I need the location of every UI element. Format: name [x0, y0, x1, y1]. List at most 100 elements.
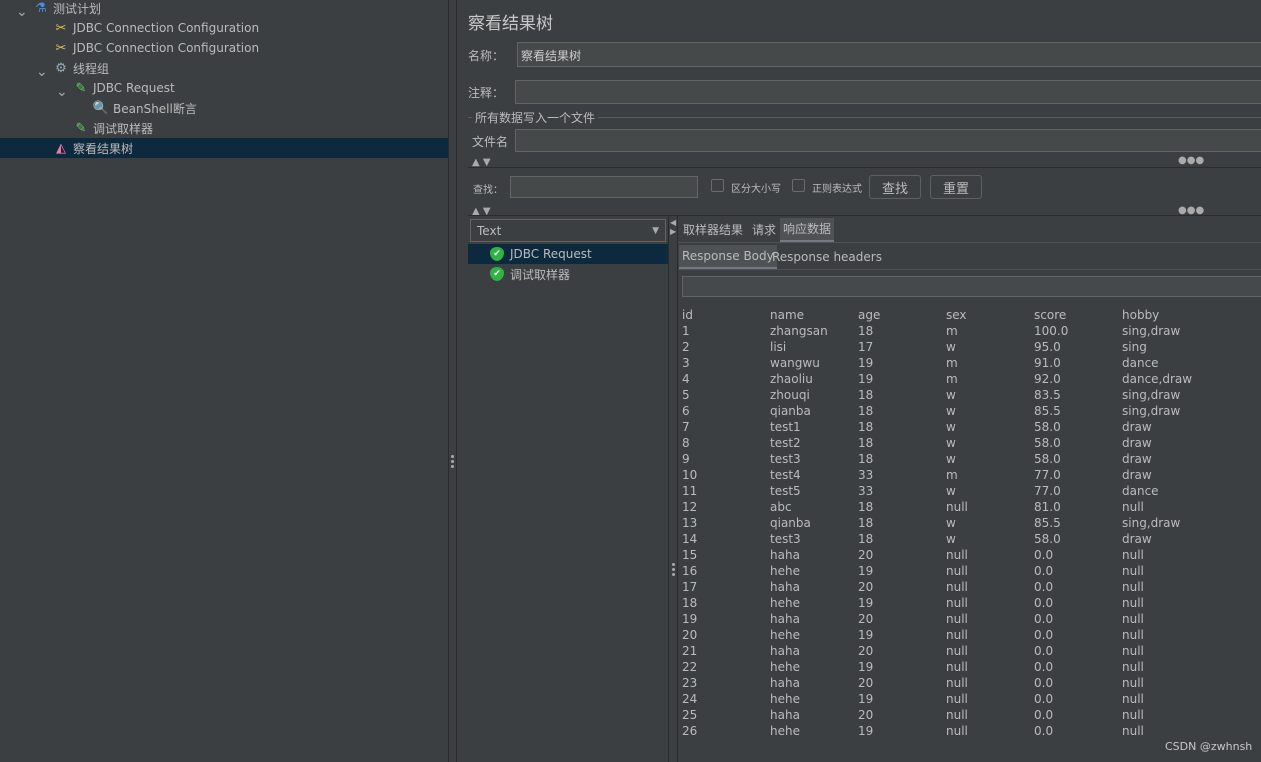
table-row: 9 test3 18 w 58.0 draw — [682, 452, 1210, 468]
file-group-title: 所有数据写入一个文件 — [472, 109, 599, 126]
sample-result-item[interactable]: ✔ JDBC Request — [468, 244, 668, 264]
table-row: 15 haha 20 null 0.0 null — [682, 548, 1210, 564]
tab-0[interactable]: 取样器结果 — [680, 218, 746, 243]
watermark: CSDN @zwhnsh — [1165, 740, 1253, 753]
sample-result-item[interactable]: ✔ 调试取样器 — [468, 264, 668, 284]
expand-chevron-icon[interactable]: ⌄ — [36, 64, 48, 80]
response-search-input[interactable] — [682, 276, 1261, 297]
table-cell: 19 — [682, 612, 698, 626]
table-cell: null — [946, 708, 968, 722]
table-cell: sex — [946, 308, 967, 322]
table-cell: haha — [770, 548, 800, 562]
table-cell: qianba — [770, 404, 811, 418]
more-dots-icon[interactable]: ●●● — [1178, 155, 1204, 166]
table-row: 4 zhaoliu 19 m 92.0 dance,draw — [682, 372, 1210, 388]
tree-item-label: 调试取样器 — [93, 121, 154, 136]
table-cell: null — [946, 500, 968, 514]
table-row: 21 haha 20 null 0.0 null — [682, 644, 1210, 660]
table-cell: 20 — [858, 612, 874, 626]
renderer-value: Text — [477, 224, 502, 238]
table-cell: 0.0 — [1034, 596, 1054, 610]
tree-item[interactable]: ✂ JDBC Connection Configuration — [52, 38, 260, 58]
results-divider[interactable]: ◀ ▶ — [668, 215, 678, 762]
tree-item[interactable]: ✎ 调试取样器 — [72, 118, 153, 138]
table-cell: dance — [1122, 356, 1159, 370]
expand-chevron-icon[interactable]: ⌄ — [56, 84, 68, 100]
table-cell: 92.0 — [1034, 372, 1061, 386]
table-cell: 58.0 — [1034, 452, 1061, 466]
tab-1[interactable]: 请求 — [749, 218, 779, 243]
table-cell: 33 — [858, 484, 874, 498]
table-cell: sing,draw — [1122, 324, 1181, 338]
shield-check-icon: ✔ — [490, 267, 504, 281]
table-cell: 18 — [858, 516, 874, 530]
table-cell: 33 — [858, 468, 874, 482]
tree-item[interactable]: ◭ 察看结果树 — [0, 138, 448, 158]
tab-0[interactable]: Response Body — [679, 245, 777, 270]
comment-input[interactable] — [515, 80, 1261, 104]
tree-item[interactable]: ⚙ 线程组 — [52, 58, 109, 78]
case-sensitive-checkbox[interactable] — [711, 179, 724, 192]
table-cell: 19 — [858, 564, 874, 578]
table-cell: zhangsan — [770, 324, 828, 338]
table-cell: test3 — [770, 452, 801, 466]
table-cell: 18 — [858, 404, 874, 418]
table-cell: test4 — [770, 468, 801, 482]
table-cell: 0.0 — [1034, 676, 1054, 690]
case-sensitive-label: 区分大小写 — [731, 184, 781, 195]
table-cell: 26 — [682, 724, 698, 738]
tree-item[interactable]: ✂ JDBC Connection Configuration — [52, 18, 260, 38]
table-cell: w — [946, 340, 956, 354]
table-cell: 18 — [858, 324, 874, 338]
search-label: 查找： — [473, 185, 503, 196]
table-cell: w — [946, 452, 956, 466]
split-pane-divider[interactable] — [448, 0, 457, 762]
renderer-select[interactable]: Text ▼ — [470, 219, 666, 242]
table-cell: w — [946, 532, 956, 546]
table-cell: 19 — [858, 356, 874, 370]
table-cell: null — [1122, 580, 1144, 594]
tree-item[interactable]: 🔍 BeanShell断言 — [92, 98, 197, 118]
table-row: 10 test4 33 m 77.0 draw — [682, 468, 1210, 484]
table-cell: 5 — [682, 388, 690, 402]
table-cell: w — [946, 404, 956, 418]
magnifier-icon: 🔍 — [92, 100, 110, 116]
tab-1[interactable]: Response headers — [769, 245, 885, 270]
table-cell: 16 — [682, 564, 698, 578]
table-cell: null — [1122, 564, 1144, 578]
tab-2[interactable]: 响应数据 — [780, 218, 835, 243]
table-cell: 4 — [682, 372, 690, 386]
table-cell: 20 — [858, 676, 874, 690]
table-cell: 11 — [682, 484, 698, 498]
table-cell: 22 — [682, 660, 698, 674]
table-cell: haha — [770, 676, 800, 690]
table-cell: null — [1122, 628, 1144, 642]
filename-input[interactable] — [515, 129, 1261, 152]
table-cell: 0.0 — [1034, 692, 1054, 706]
regex-checkbox[interactable] — [792, 179, 805, 192]
table-cell: m — [946, 372, 958, 386]
sample-label: 调试取样器 — [510, 267, 571, 282]
table-row: 25 haha 20 null 0.0 null — [682, 708, 1210, 724]
find-button[interactable]: 查找 — [869, 175, 921, 199]
table-cell: haha — [770, 644, 800, 658]
table-cell: 6 — [682, 404, 690, 418]
table-cell: hehe — [770, 628, 800, 642]
tree-item[interactable]: ⚗ 测试计划 — [32, 0, 101, 18]
table-cell: 0.0 — [1034, 548, 1054, 562]
table-cell: 58.0 — [1034, 420, 1061, 434]
reset-button[interactable]: 重置 — [930, 175, 982, 199]
search-input[interactable] — [510, 176, 698, 198]
table-cell: null — [946, 580, 968, 594]
table-cell: hehe — [770, 564, 800, 578]
tree-item[interactable]: ✎ JDBC Request — [72, 78, 175, 98]
table-cell: 20 — [858, 548, 874, 562]
table-cell: 2 — [682, 340, 690, 354]
expand-chevron-icon[interactable]: ⌄ — [16, 4, 28, 20]
table-cell: null — [1122, 612, 1144, 626]
table-cell: 19 — [858, 660, 874, 674]
table-cell: hehe — [770, 596, 800, 610]
table-row: 7 test1 18 w 58.0 draw — [682, 420, 1210, 436]
table-cell: m — [946, 468, 958, 482]
name-input[interactable]: 察看结果树 — [517, 42, 1261, 67]
